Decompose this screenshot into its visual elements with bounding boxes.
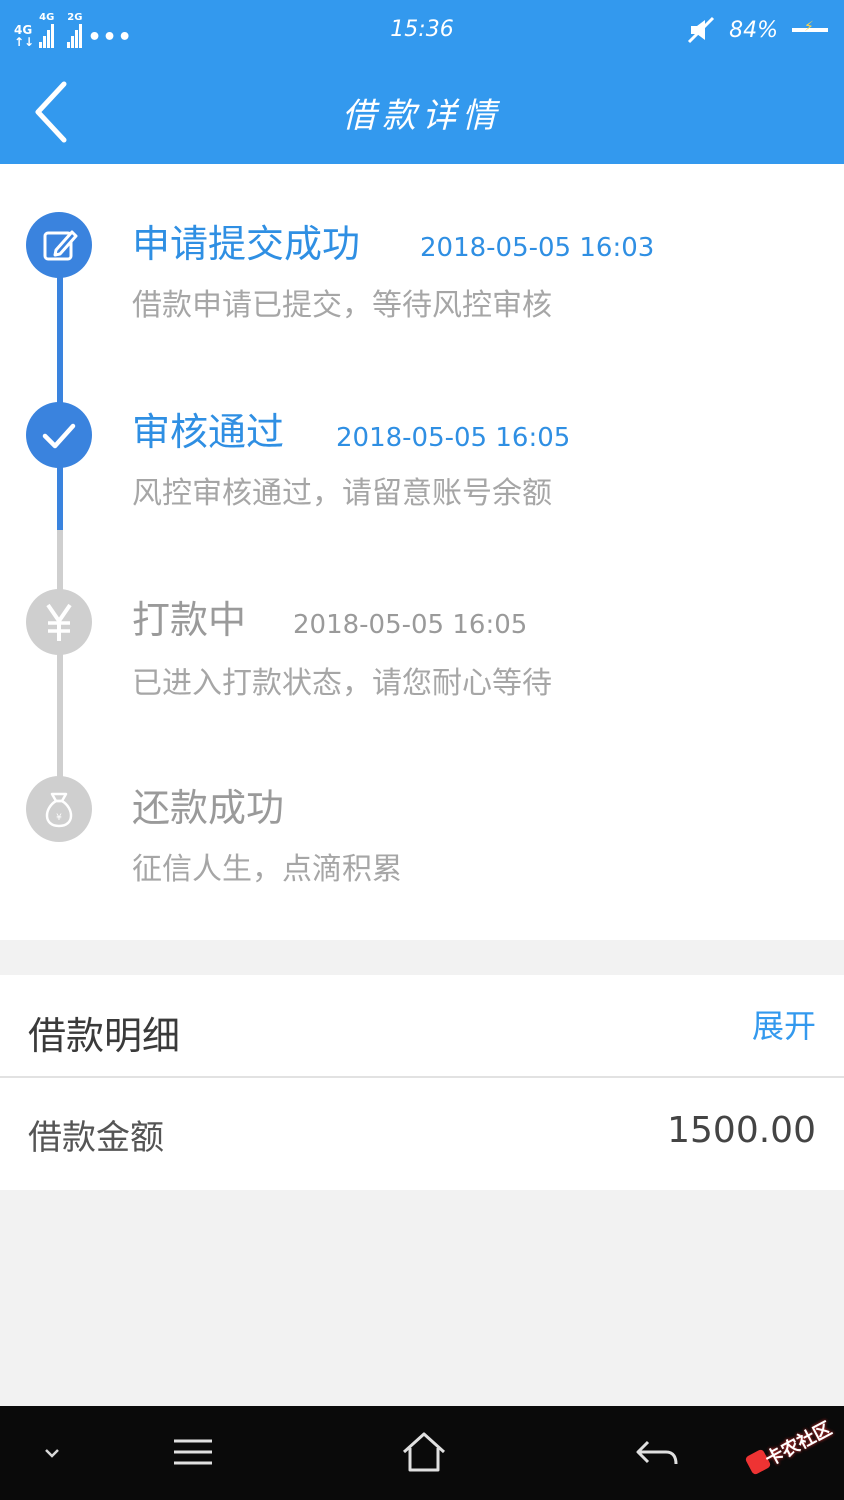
battery-icon: ⚡ xyxy=(792,19,828,35)
check-icon xyxy=(42,423,76,449)
svg-text:¥: ¥ xyxy=(56,813,62,823)
step-time: 2018-05-05 16:05 xyxy=(336,423,571,453)
step-title: 打款中 xyxy=(132,598,247,642)
watermark-logo: 卡农社区 xyxy=(744,1416,838,1476)
page-title: 借款详情 xyxy=(342,96,502,136)
step-title: 审核通过 xyxy=(132,410,285,454)
money-bag-icon: ¥ xyxy=(45,792,73,828)
loan-amount-row: 借款金额 1500.00 xyxy=(0,1078,844,1190)
step-time: 2018-05-05 16:05 xyxy=(293,610,528,640)
step-description: 征信人生，点滴积累 xyxy=(132,852,402,887)
nav-bar: 借款详情 xyxy=(0,62,844,164)
yen-icon xyxy=(46,603,72,641)
timeline-connector-inactive xyxy=(57,530,63,784)
step-description: 已进入打款状态，请您耐心等待 xyxy=(132,666,552,701)
loan-detail-header: 借款明细 展开 xyxy=(0,975,844,1076)
home-icon xyxy=(402,1432,446,1472)
edit-icon xyxy=(43,230,78,261)
step-approved-badge xyxy=(26,402,92,468)
watermark-text: 卡农社区 xyxy=(761,1418,836,1471)
step-disbursing-badge xyxy=(26,589,92,655)
amount-value: 1500.00 xyxy=(667,1110,816,1151)
home-button[interactable] xyxy=(394,1428,454,1478)
collapse-nav-button[interactable] xyxy=(22,1428,82,1478)
step-title: 还款成功 xyxy=(132,786,285,830)
back-arrow-icon xyxy=(636,1440,678,1465)
step-submitted-badge xyxy=(26,212,92,278)
step-title: 申请提交成功 xyxy=(132,222,361,266)
system-back-button[interactable] xyxy=(628,1428,688,1478)
chevron-down-icon xyxy=(45,1449,59,1458)
system-nav-bar: 卡农社区 xyxy=(0,1406,844,1500)
section-title: 借款明细 xyxy=(28,1014,181,1058)
status-bar: 4G ↑↓ 4G 2G ••• 15:36 84% ⚡ xyxy=(0,0,844,62)
step-repaid-badge: ¥ xyxy=(26,776,92,842)
step-description: 借款申请已提交，等待风控审核 xyxy=(132,288,552,323)
amount-label: 借款金额 xyxy=(28,1118,164,1158)
step-description: 风控审核通过，请留意账号余额 xyxy=(132,476,552,511)
mute-icon xyxy=(688,16,715,44)
step-time: 2018-05-05 16:03 xyxy=(420,233,655,263)
menu-icon xyxy=(174,1439,212,1465)
expand-button[interactable]: 展开 xyxy=(752,1001,816,1047)
loan-progress-timeline: 申请提交成功 2018-05-05 16:03 借款申请已提交，等待风控审核 审… xyxy=(0,164,844,940)
battery-percent: 84% xyxy=(729,17,778,43)
menu-button[interactable] xyxy=(164,1428,224,1478)
